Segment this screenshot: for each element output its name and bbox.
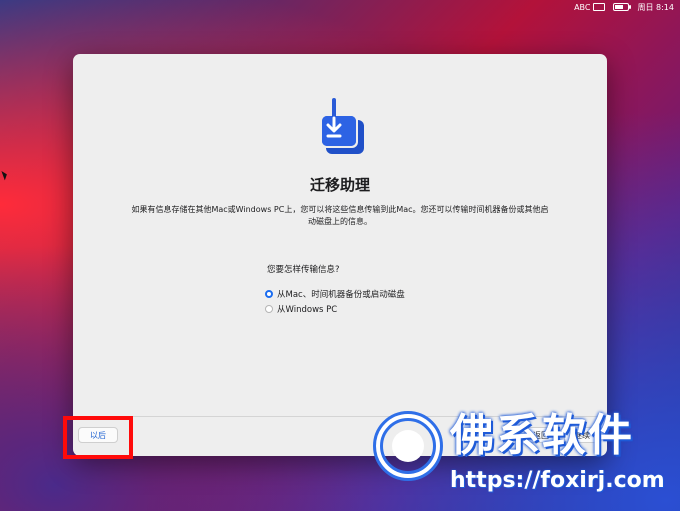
description-text: 如果有信息存储在其他Mac或Windows PC上，您可以将这些信息传输到此Ma… xyxy=(131,205,549,226)
watermark-url: https://foxirj.com xyxy=(450,468,665,493)
option-from-mac[interactable]: 从Mac、时间机器备份或启动磁盘 xyxy=(265,286,405,301)
option-from-windows-label: 从Windows PC xyxy=(277,304,338,315)
mouse-pointer-icon xyxy=(1,169,9,181)
input-source-menu[interactable]: ABC xyxy=(574,2,606,12)
option-from-mac-label: 从Mac、时间机器备份或启动磁盘 xyxy=(277,289,405,300)
migration-assistant-icon xyxy=(320,98,364,154)
keyboard-icon xyxy=(593,3,606,11)
transfer-options: 从Mac、时间机器备份或启动磁盘 从Windows PC xyxy=(265,286,405,316)
foxirj-logo-icon xyxy=(373,411,443,481)
radio-from-windows[interactable] xyxy=(265,304,273,313)
watermark-brand: 佛系软件 xyxy=(450,410,634,461)
menu-bar: ABC 周日 8:14 xyxy=(0,0,680,14)
window-title: 迁移助理 xyxy=(309,176,370,194)
battery-level xyxy=(615,5,624,9)
input-source-label: ABC xyxy=(574,2,591,12)
battery-menu[interactable] xyxy=(613,3,632,11)
option-from-windows[interactable]: 从Windows PC xyxy=(265,301,405,316)
battery-icon xyxy=(613,3,632,11)
highlight-box xyxy=(63,416,133,459)
transfer-question: 您要怎样传输信息? xyxy=(267,265,340,275)
migration-assistant-window: 迁移助理 如果有信息存储在其他Mac或Windows PC上，您可以将这些信息传… xyxy=(73,54,607,456)
menu-clock[interactable]: 周日 8:14 xyxy=(637,2,674,13)
desktop: { "menubar": { "input_source": "ABC", "c… xyxy=(0,0,680,511)
watermark: 佛系软件 https://foxirj.com xyxy=(372,408,672,504)
radio-from-mac[interactable] xyxy=(265,289,273,298)
